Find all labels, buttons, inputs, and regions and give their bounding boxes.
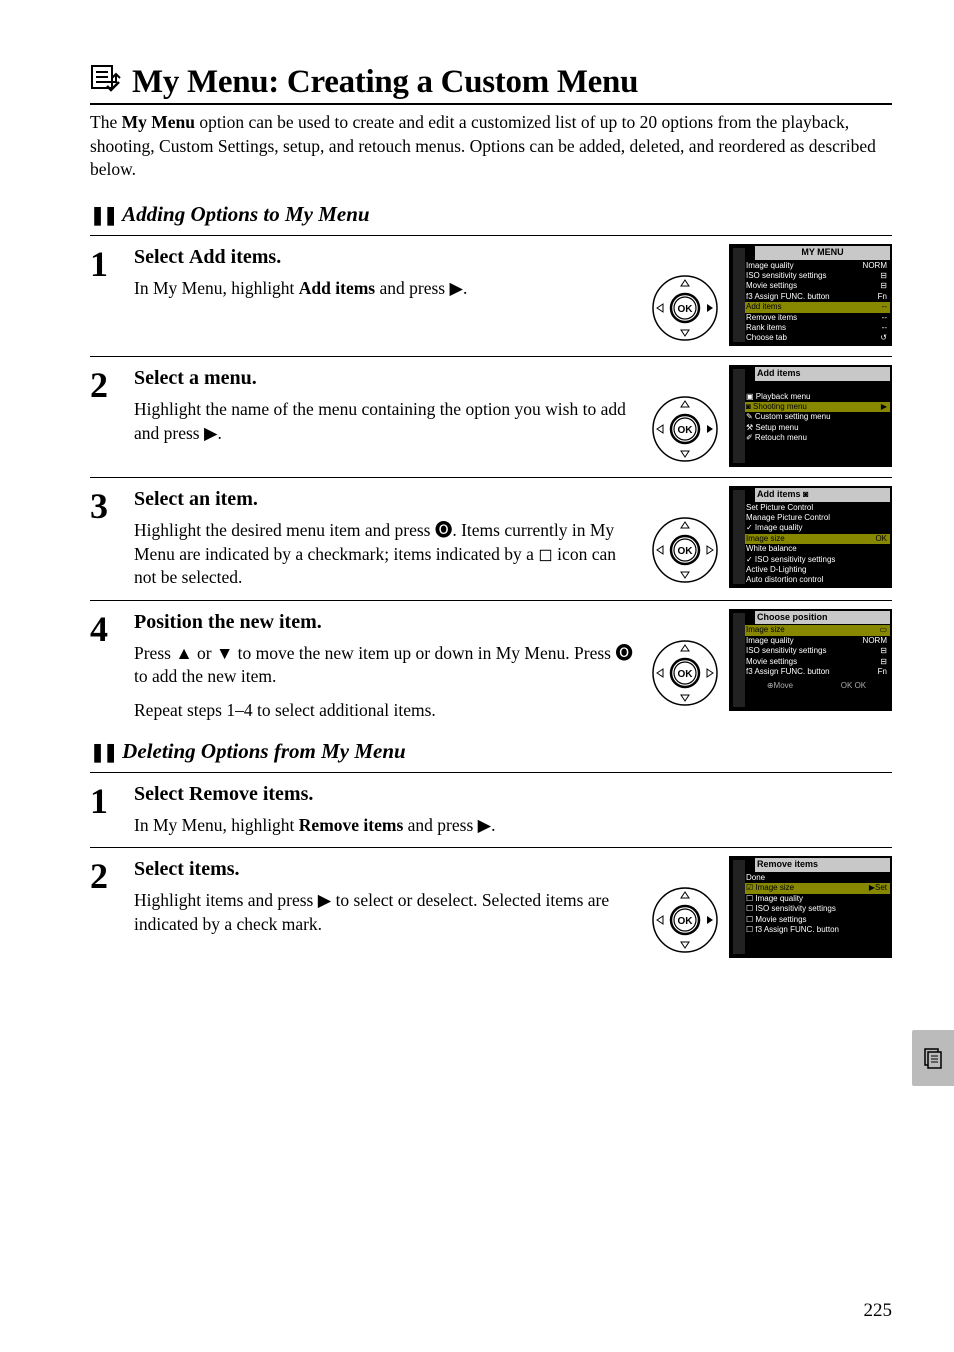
lcd-rows: ▣ Playback menu◙ Shooting menu▶✎ Custom … [743,392,890,444]
svg-text:OK: OK [678,546,694,557]
step-title: Select Remove items. [134,781,892,808]
subheading-adding: Adding Options to My Menu [90,202,892,227]
intro-bold: My Menu [122,112,195,132]
page-title-row: My Menu: Creating a Custom Menu [90,62,892,105]
lcd-screenshot-remove-items: Remove items Done☑ Image size▶Set☐ Image… [729,856,892,958]
add-step-3: 3 Select an item. Highlight the desired … [90,477,892,600]
lcd-rows: Image size▭Image qualityNORMISO sensitiv… [743,625,890,677]
step-title: Select items. [134,856,637,883]
multi-selector-icon: OK [651,516,719,584]
lcd-rows: Set Picture Control Manage Picture Contr… [743,503,890,586]
del-step-1: 1 Select Remove items. In My Menu, highl… [90,772,892,848]
lcd-screenshot-mymenu: MY MENU Image qualityNORMISO sensitivity… [729,244,892,346]
step-title: Position the new item. [134,609,637,636]
multi-selector-icon: OK [651,639,719,707]
add-step-2: 2 Select a menu. Highlight the name of t… [90,356,892,477]
step-number: 1 [90,244,134,346]
step-body-text: In My Menu, highlight Add items and pres… [134,277,637,301]
multi-selector-icon: OK [651,886,719,954]
step-body-text: Highlight the name of the menu containin… [134,398,637,445]
step-number: 3 [90,486,134,590]
svg-text:OK: OK [678,916,694,927]
step-number: 4 [90,609,134,723]
step-title: Select an item. [134,486,637,513]
multi-selector-icon: OK [651,274,719,342]
multi-selector-icon: OK [651,395,719,463]
step-title: Select Add items. [134,244,637,271]
step-body-text: Highlight items and press ▶ to select or… [134,889,637,936]
step-title: Select a menu. [134,365,637,392]
mymenu-icon [90,64,124,103]
step-body-text: Press ▲ or ▼ to move the new item up or … [134,642,637,689]
intro-post: option can be used to create and edit a … [90,112,876,179]
lcd-rows: Image qualityNORMISO sensitivity setting… [743,261,890,344]
add-step-1: 1 Select Add items. In My Menu, highligh… [90,235,892,356]
step-body-text-2: Repeat steps 1–4 to select additional it… [134,699,637,723]
add-step-4: 4 Position the new item. Press ▲ or ▼ to… [90,600,892,733]
subheading-deleting: Deleting Options from My Menu [90,739,892,764]
svg-text:OK: OK [678,425,694,436]
intro-paragraph: The My Menu option can be used to create… [90,111,892,182]
step-body-text: In My Menu, highlight Remove items and p… [134,814,892,838]
side-tab-icon [912,1030,954,1086]
page-title: My Menu: Creating a Custom Menu [132,64,638,101]
step-number: 1 [90,781,134,838]
lcd-screenshot-choose-position: Choose position Image size▭Image quality… [729,609,892,711]
intro-pre: The [90,112,122,132]
step-body-text: Highlight the desired menu item and pres… [134,519,637,590]
lcd-screenshot-additems-menus: Add items ▣ Playback menu◙ Shooting menu… [729,365,892,467]
lcd-screenshot-additems-shooting: Add items ◙ Set Picture Control Manage P… [729,486,892,588]
page-number: 225 [864,1300,893,1322]
step-number: 2 [90,856,134,958]
svg-text:OK: OK [678,304,694,315]
del-step-2: 2 Select items. Highlight items and pres… [90,847,892,968]
step-number: 2 [90,365,134,467]
svg-text:OK: OK [678,669,694,680]
lcd-rows: Done☑ Image size▶Set☐ Image quality☐ ISO… [743,873,890,935]
